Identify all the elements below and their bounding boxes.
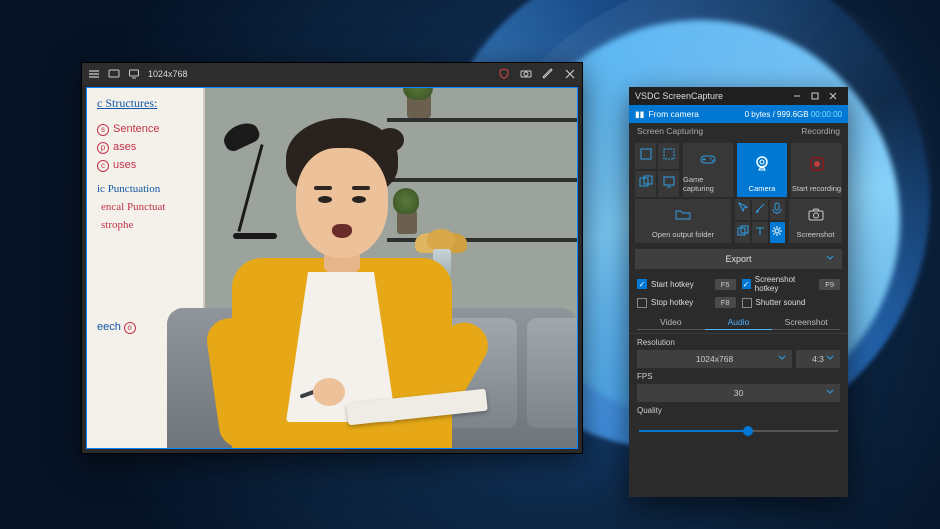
screenshot-hotkey-checkbox[interactable]: ✓ (742, 279, 751, 289)
stop-hotkey-key[interactable]: F8 (715, 297, 736, 308)
camera-icon (807, 199, 825, 230)
camera-preview-window: 1024x768 c Structures: sSentence pases c… (81, 62, 583, 454)
start-hotkey-key[interactable]: F5 (715, 279, 736, 290)
camera-preview-canvas: c Structures: sSentence pases cuses ic P… (86, 87, 578, 449)
gamepad-icon (699, 143, 717, 175)
section-record-label: Recording (801, 126, 840, 136)
hamburger-icon[interactable] (88, 68, 100, 80)
resolution-dropdown[interactable]: 1024x768 (637, 350, 792, 368)
draw-tile[interactable] (752, 199, 767, 220)
brush-icon[interactable] (542, 68, 554, 80)
section-capture-label: Screen Capturing (637, 126, 801, 136)
webcam-icon (753, 143, 771, 184)
region-tile[interactable] (658, 143, 679, 169)
tab-screenshot[interactable]: Screenshot (772, 314, 840, 333)
resolution-label: Resolution (637, 338, 840, 347)
fps-label: FPS (637, 372, 840, 381)
start-recording-tile[interactable]: Start recording (791, 143, 842, 197)
camera-source-icon: ▮▮ (635, 109, 644, 120)
record-icon (810, 143, 824, 184)
area-tile[interactable] (658, 171, 679, 197)
stop-hotkey-row[interactable]: Stop hotkeyF8 (637, 297, 736, 308)
shield-icon[interactable] (498, 68, 510, 80)
chevron-down-icon (826, 254, 834, 264)
mic-tile[interactable] (770, 199, 785, 220)
stop-hotkey-checkbox[interactable] (637, 298, 647, 308)
status-time: 00:00:00 (811, 110, 842, 119)
source-label: From camera (648, 109, 699, 119)
chevron-down-icon (778, 354, 786, 364)
start-hotkey-checkbox[interactable]: ✓ (637, 279, 647, 289)
source-bar[interactable]: ▮▮ From camera 0 bytes / 999.6GB 00:00:0… (629, 105, 848, 123)
preview-titlebar[interactable]: 1024x768 (82, 63, 582, 85)
tab-video[interactable]: Video (637, 314, 705, 333)
folder-icon (674, 199, 692, 230)
chevron-down-icon (826, 354, 834, 364)
game-capturing-tile[interactable]: Game capturing (683, 143, 733, 197)
start-hotkey-row[interactable]: ✓Start hotkeyF5 (637, 275, 736, 293)
settings-tile[interactable] (770, 222, 785, 243)
chevron-down-icon (826, 388, 834, 398)
quality-slider[interactable] (639, 424, 838, 438)
open-output-folder-tile[interactable]: Open output folder (635, 199, 731, 243)
tab-audio[interactable]: Audio (705, 314, 773, 333)
minimize-button[interactable] (788, 87, 806, 105)
screenshot-hotkey-row[interactable]: ✓Screenshot hotkeyF9 (742, 275, 841, 293)
shutter-sound-row[interactable]: Shutter sound (742, 297, 841, 308)
camera-tile[interactable]: Camera (737, 143, 787, 197)
aspect-dropdown[interactable]: 4:3 (796, 350, 840, 368)
maximize-button[interactable] (806, 87, 824, 105)
shutter-sound-checkbox[interactable] (742, 298, 752, 308)
cursor-tile[interactable] (735, 199, 750, 220)
export-collapse[interactable]: Export (635, 249, 842, 269)
status-bytes: 0 bytes / 999.6GB (745, 110, 809, 119)
gear-icon (770, 222, 784, 239)
preview-resolution-label: 1024x768 (148, 69, 188, 79)
close-icon[interactable] (564, 68, 576, 80)
text-tile[interactable] (752, 222, 767, 243)
app-titlebar[interactable]: VSDC ScreenCapture (629, 87, 848, 105)
monitor-icon[interactable] (128, 68, 140, 80)
quality-label: Quality (637, 406, 840, 415)
screencapture-window: VSDC ScreenCapture ▮▮ From camera 0 byte… (629, 87, 848, 497)
window-tile[interactable] (635, 171, 656, 197)
fullscreen-tile[interactable] (635, 143, 656, 169)
camera-small-icon[interactable] (520, 68, 532, 80)
fps-dropdown[interactable]: 30 (637, 384, 840, 402)
person-prop (217, 138, 467, 448)
overlay-tile[interactable] (735, 222, 750, 243)
screenshot-tile[interactable]: Screenshot (789, 199, 842, 243)
screenshot-hotkey-key[interactable]: F9 (819, 279, 840, 290)
app-title: VSDC ScreenCapture (635, 91, 788, 101)
close-button[interactable] (824, 87, 842, 105)
display-icon[interactable] (108, 68, 120, 80)
